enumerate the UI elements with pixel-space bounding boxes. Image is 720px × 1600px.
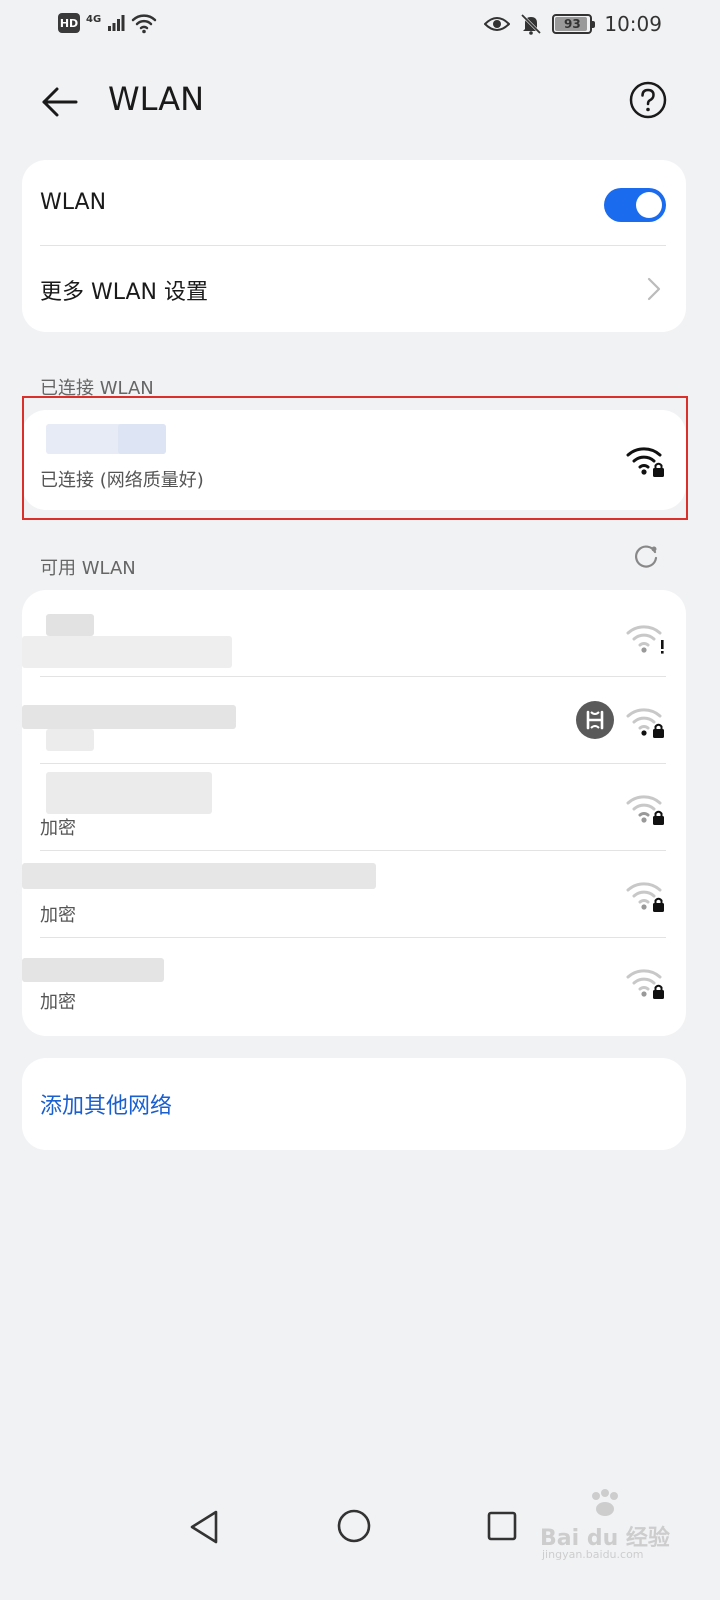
hotspot-icon <box>576 701 614 739</box>
add-other-network-link[interactable]: 添加其他网络 <box>40 1088 172 1120</box>
redacted-ssid <box>22 958 164 982</box>
network-security: 加密 <box>40 905 76 926</box>
wlan-toggle-row[interactable]: WLAN <box>22 160 686 246</box>
app-header: WLAN <box>0 62 720 138</box>
status-right: 93 10:09 <box>484 12 662 36</box>
redacted-ssid <box>22 705 236 729</box>
redacted-ssid <box>46 614 94 636</box>
redacted-ssid-part <box>22 636 232 668</box>
wlan-toggle-switch[interactable] <box>604 188 666 222</box>
toggle-knob <box>636 192 662 218</box>
cell-signal-icon <box>108 15 125 31</box>
more-wlan-settings-row[interactable]: 更多 WLAN 设置 <box>22 246 686 332</box>
status-bar: HD 4G 93 10:09 <box>0 0 720 52</box>
battery-indicator: 93 <box>552 14 596 34</box>
network-item[interactable]: 加密 <box>22 764 686 851</box>
nav-home-icon[interactable] <box>336 1508 372 1544</box>
connection-status: 已连接 (网络质量好) <box>40 470 204 491</box>
network-item[interactable]: 加密 <box>22 938 686 1025</box>
watermark-logo: Bai du 经验 jingyan.baidu.com <box>540 1486 680 1564</box>
wifi-status-icon <box>131 14 157 34</box>
wifi-lock-icon <box>626 795 664 825</box>
more-wlan-settings-label: 更多 WLAN 设置 <box>40 280 209 305</box>
wifi-lock-icon <box>626 447 664 477</box>
available-networks-card: 加密 加密 加密 <box>22 590 686 1036</box>
network-security: 加密 <box>40 818 76 839</box>
add-network-card[interactable]: 添加其他网络 <box>22 1058 686 1150</box>
back-arrow-icon[interactable] <box>40 82 80 122</box>
mute-bell-icon <box>521 13 542 35</box>
wifi-lock-icon <box>626 708 664 738</box>
paw-icon <box>592 1489 618 1516</box>
hd-badge: HD <box>58 13 80 33</box>
wlan-label: WLAN <box>40 190 107 215</box>
refresh-icon[interactable] <box>632 542 660 570</box>
battery-level: 93 <box>564 17 581 31</box>
wifi-alert-icon <box>626 625 664 654</box>
connected-network-card[interactable]: 已连接 (网络质量好) <box>22 410 686 510</box>
network-item[interactable] <box>22 677 686 764</box>
wifi-lock-icon <box>626 969 664 999</box>
redacted-ssid-part <box>118 424 166 454</box>
connected-section-label: 已连接 WLAN <box>40 378 154 399</box>
eye-icon <box>484 17 511 31</box>
watermark-url: jingyan.baidu.com <box>542 1548 644 1561</box>
help-icon[interactable] <box>628 80 668 120</box>
nav-recent-apps-icon[interactable] <box>486 1510 518 1542</box>
redacted-ssid <box>22 863 376 889</box>
network-item[interactable]: 加密 <box>22 851 686 938</box>
page-title: WLAN <box>108 80 205 118</box>
redacted-ssid <box>46 772 212 814</box>
available-section-label: 可用 WLAN <box>40 558 136 579</box>
wlan-settings-card: WLAN 更多 WLAN 设置 <box>22 160 686 332</box>
wifi-lock-icon <box>626 882 664 912</box>
network-type: 4G <box>86 13 102 25</box>
clock: 10:09 <box>604 12 662 36</box>
network-item[interactable] <box>22 590 686 677</box>
nav-back-icon[interactable] <box>186 1508 222 1546</box>
redacted-ssid-part <box>46 729 94 751</box>
network-security: 加密 <box>40 992 76 1013</box>
status-left: HD 4G <box>58 12 157 34</box>
chevron-right-icon <box>647 277 661 301</box>
